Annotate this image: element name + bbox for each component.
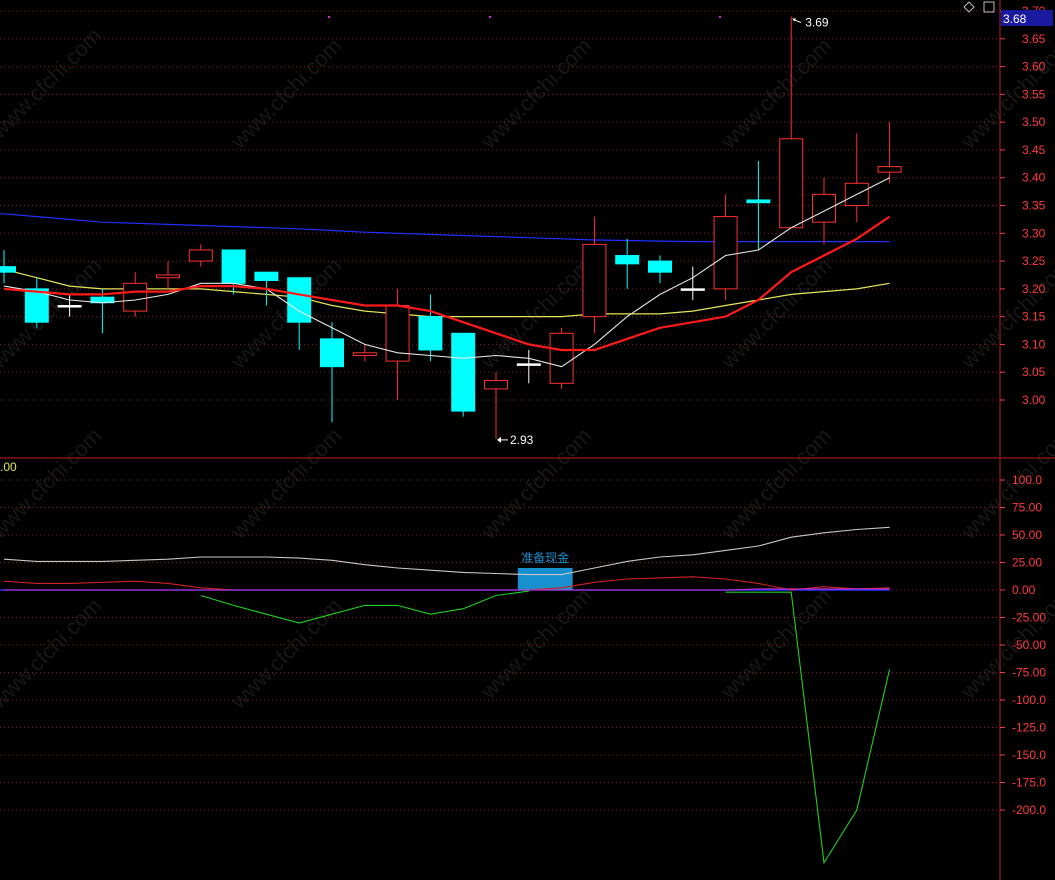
low-annotation: 2.93 <box>510 433 534 447</box>
watermark-layer: www.cfchi.com www.cfchi.com www.cfchi.com w… <box>0 23 1055 714</box>
candle-body <box>221 249 246 284</box>
price-tick-label: 3.05 <box>1022 365 1046 379</box>
candle-body <box>877 166 902 173</box>
candle-body <box>746 199 771 204</box>
watermark-text: www.cfchi.com <box>225 33 346 154</box>
watermark-text: www.cfchi.com <box>225 593 346 714</box>
indicator-tick-label: 100.0 <box>1012 473 1042 487</box>
indicator-tick-label: -50.00 <box>1012 638 1046 652</box>
candle-body <box>713 216 738 290</box>
indicator-tick-label: 50.00 <box>1012 528 1042 542</box>
indicator-value-label: .00 <box>0 460 17 474</box>
watermark-text: www.cfchi.com <box>475 33 596 154</box>
price-tick-label: 3.20 <box>1022 282 1046 296</box>
price-tick-label: 3.15 <box>1022 310 1046 324</box>
price-tick-label: 3.55 <box>1022 87 1046 101</box>
signal-bar <box>517 568 573 590</box>
candle-body <box>582 243 607 318</box>
candle-body <box>812 193 836 223</box>
ma-blue-line <box>0 213 890 243</box>
price-tick-label: 3.10 <box>1022 337 1046 351</box>
indicator-series-line <box>3 526 890 576</box>
candle-body <box>484 380 508 390</box>
high-annotation: 3.69 <box>805 16 829 30</box>
indicator-tick-label: -25.00 <box>1012 611 1046 625</box>
price-tick-label: 3.35 <box>1022 199 1046 213</box>
candle <box>90 288 115 334</box>
candle <box>877 122 902 184</box>
candle <box>484 372 508 439</box>
indicator-tick-label: -75.00 <box>1012 666 1046 680</box>
candle-body <box>648 260 672 273</box>
candle <box>188 244 213 267</box>
watermark-text: www.cfchi.com <box>225 423 346 544</box>
candle-body <box>418 316 443 351</box>
indicator-tick-label: 0.00 <box>1012 583 1036 597</box>
candle-body <box>451 332 476 412</box>
candle-body <box>549 332 574 384</box>
candle <box>713 194 738 300</box>
price-tick-label: 3.45 <box>1022 143 1046 157</box>
watermark-text: www.cfchi.com <box>475 583 596 704</box>
price-tick-label: 3.50 <box>1022 115 1046 129</box>
signal-label: 准备现金 <box>521 550 569 565</box>
candle-body <box>254 271 279 282</box>
watermark-text: www.cfchi.com <box>0 593 106 714</box>
watermark-text: www.cfchi.com <box>475 423 596 544</box>
watermark-text: www.cfchi.com <box>715 33 836 154</box>
candle <box>287 277 312 350</box>
price-tick-label: 3.30 <box>1022 226 1046 240</box>
candle-body <box>156 274 180 279</box>
candle-body <box>57 305 82 308</box>
price-tick-label: 3.00 <box>1022 393 1046 407</box>
candle <box>123 272 148 317</box>
candle-body <box>779 138 804 229</box>
candle <box>615 238 640 289</box>
indicator-series-line <box>3 576 890 591</box>
stock-chart: www.cfchi.com www.cfchi.com www.cfchi.com w… <box>0 0 1055 880</box>
price-tick-label: 3.25 <box>1022 254 1046 268</box>
candle <box>549 327 574 389</box>
candle-body <box>188 249 213 262</box>
candle-body <box>320 338 344 368</box>
top-marker <box>328 16 330 18</box>
candle-body <box>680 288 705 291</box>
candle <box>451 332 476 417</box>
watermark-text: www.cfchi.com <box>715 583 836 704</box>
watermark-text: www.cfchi.com <box>0 423 106 544</box>
price-tick-label: 3.40 <box>1022 171 1046 185</box>
indicator-tick-label: 75.00 <box>1012 501 1042 515</box>
candle <box>24 277 49 328</box>
indicator-series-line <box>200 590 529 624</box>
candle-body <box>516 363 541 366</box>
price-y-axis: 3.703.653.603.553.503.453.403.353.303.25… <box>1000 4 1046 407</box>
price-tick-label: 3.60 <box>1022 60 1046 74</box>
candle <box>516 349 541 384</box>
candle <box>156 261 180 289</box>
indicator-tick-label: 25.00 <box>1012 556 1042 570</box>
indicator-tick-label: -200.0 <box>1012 803 1046 817</box>
indicator-tick-label: -100.0 <box>1012 693 1046 707</box>
indicator-tick-label: -125.0 <box>1012 721 1046 735</box>
candle <box>582 216 607 334</box>
candle-body <box>615 255 640 265</box>
candle-body <box>352 352 377 357</box>
watermark-text: www.cfchi.com <box>715 423 836 544</box>
low-arrow-head <box>497 436 501 443</box>
indicator-tick-label: -150.0 <box>1012 748 1046 762</box>
candle-body <box>123 282 148 312</box>
price-tick-label: 3.65 <box>1022 32 1046 46</box>
current-price-label: 3.68 <box>1003 12 1027 26</box>
candle <box>648 255 672 284</box>
indicator-tick-label: -175.0 <box>1012 776 1046 790</box>
candle <box>418 294 443 362</box>
candle <box>746 161 771 250</box>
top-marker <box>489 16 491 18</box>
candle-body <box>0 266 16 273</box>
candle <box>0 249 16 284</box>
candle <box>779 16 804 229</box>
top-marker <box>719 16 721 18</box>
candles <box>0 16 902 439</box>
watermark-text: www.cfchi.com <box>0 23 106 144</box>
